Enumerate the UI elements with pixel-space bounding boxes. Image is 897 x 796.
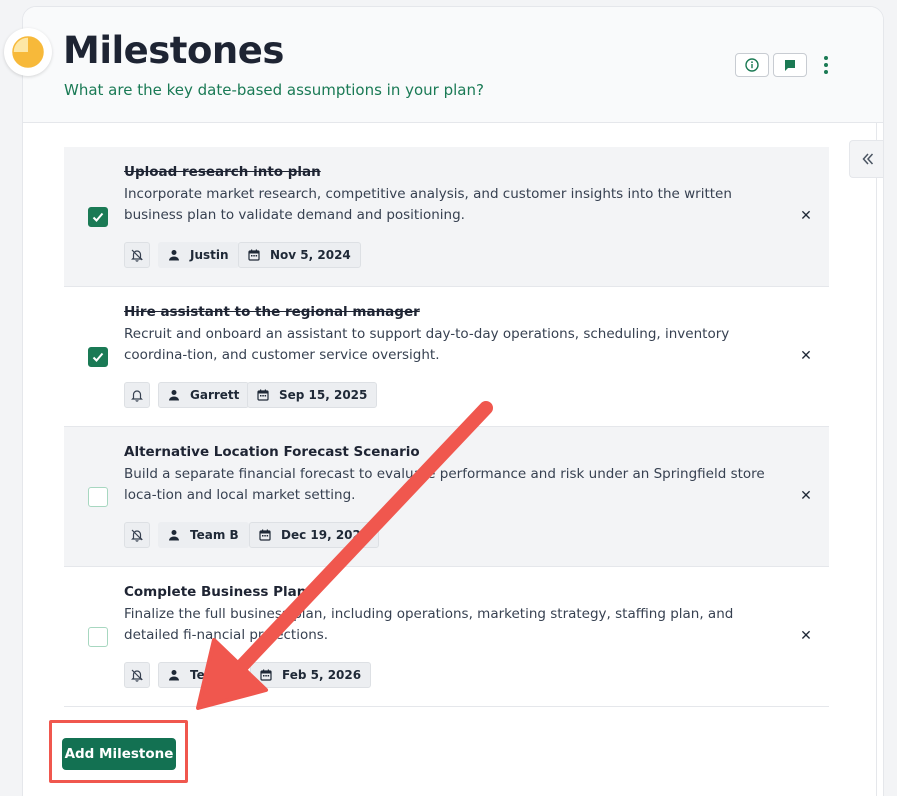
- milestone-description: Finalize the full business plan, includi…: [124, 606, 734, 643]
- collapse-sidebar-button[interactable]: [849, 140, 883, 178]
- milestone-item: Complete Business Plan Finalize the full…: [64, 567, 829, 707]
- remove-milestone-button[interactable]: ✕: [797, 627, 815, 645]
- more-options-button[interactable]: [819, 53, 833, 77]
- milestone-description: Recruit and onboard an assistant to supp…: [124, 326, 730, 363]
- remove-milestone-button[interactable]: ✕: [797, 487, 815, 505]
- info-button[interactable]: [735, 53, 769, 77]
- milestone-title[interactable]: Hire assistant to the regional manager: [124, 304, 420, 320]
- milestone-checkbox[interactable]: [88, 347, 108, 367]
- user-icon: [169, 670, 179, 681]
- reminder-toggle[interactable]: [124, 242, 150, 268]
- due-date-chip[interactable]: Dec 19, 2025: [249, 522, 380, 548]
- due-date: Sep 15, 2025: [279, 388, 368, 402]
- assignee-name: Garrett: [190, 388, 240, 402]
- reminder-toggle[interactable]: [124, 662, 150, 688]
- page-title: Milestones: [63, 29, 284, 72]
- card-header: Milestones What are the key date-based a…: [23, 7, 883, 123]
- annotation-highlight-box: [49, 720, 188, 783]
- calendar-icon: [257, 389, 269, 401]
- due-date-chip[interactable]: Sep 15, 2025: [247, 382, 378, 408]
- user-icon: [169, 250, 179, 261]
- milestone-item: Upload research into plan Incorporate ma…: [64, 147, 829, 287]
- reminder-toggle[interactable]: [124, 382, 150, 408]
- panel-divider: [876, 123, 877, 796]
- bell-off-icon: [131, 529, 143, 542]
- kebab-dot: [824, 70, 828, 74]
- checkmark-icon: [92, 212, 104, 222]
- milestone-title[interactable]: Alternative Location Forecast Scenario: [124, 444, 420, 460]
- milestone-item: Alternative Location Forecast Scenario B…: [64, 427, 829, 567]
- bell-off-icon: [131, 669, 143, 682]
- calendar-icon: [248, 249, 260, 261]
- progress-pie-icon: [4, 28, 52, 76]
- checkmark-icon: [92, 352, 104, 362]
- milestone-checkbox[interactable]: [88, 627, 108, 647]
- due-date: Nov 5, 2024: [270, 248, 351, 262]
- kebab-dot: [824, 56, 828, 60]
- milestone-checkbox[interactable]: [88, 487, 108, 507]
- comments-button[interactable]: [773, 53, 807, 77]
- due-date: Dec 19, 2025: [281, 528, 370, 542]
- due-date-chip[interactable]: Nov 5, 2024: [238, 242, 361, 268]
- info-icon: [745, 58, 759, 72]
- milestone-title[interactable]: Complete Business Plan: [124, 584, 306, 600]
- assignee-name: Team: [190, 668, 226, 682]
- due-date-chip[interactable]: Feb 5, 2026: [250, 662, 372, 688]
- assignee-name: Team B: [190, 528, 239, 542]
- milestone-checkbox[interactable]: [88, 207, 108, 227]
- user-icon: [169, 390, 179, 401]
- assignee-chip[interactable]: Justin: [158, 242, 239, 268]
- milestone-item: Hire assistant to the regional manager R…: [64, 287, 829, 427]
- calendar-icon: [260, 669, 272, 681]
- calendar-icon: [259, 529, 271, 541]
- reminder-toggle[interactable]: [124, 522, 150, 548]
- milestone-description: Build a separate financial forecast to e…: [124, 466, 765, 503]
- assignee-chip[interactable]: Team B: [158, 522, 249, 548]
- user-icon: [169, 530, 179, 541]
- assignee-chip[interactable]: Garrett: [158, 382, 250, 408]
- milestone-title[interactable]: Upload research into plan: [124, 164, 321, 180]
- remove-milestone-button[interactable]: ✕: [797, 347, 815, 365]
- assignee-chip[interactable]: Team: [158, 662, 236, 688]
- remove-milestone-button[interactable]: ✕: [797, 207, 815, 225]
- bell-off-icon: [131, 249, 143, 262]
- double-chevron-left-icon: [861, 153, 873, 165]
- kebab-dot: [824, 63, 828, 67]
- assignee-name: Justin: [190, 248, 229, 262]
- page-subtitle: What are the key date-based assumptions …: [64, 81, 484, 99]
- milestone-description: Incorporate market research, competitive…: [124, 186, 732, 223]
- due-date: Feb 5, 2026: [282, 668, 362, 682]
- milestones-card: Milestones What are the key date-based a…: [22, 6, 884, 796]
- bell-icon: [131, 390, 143, 402]
- comment-icon: [785, 60, 795, 71]
